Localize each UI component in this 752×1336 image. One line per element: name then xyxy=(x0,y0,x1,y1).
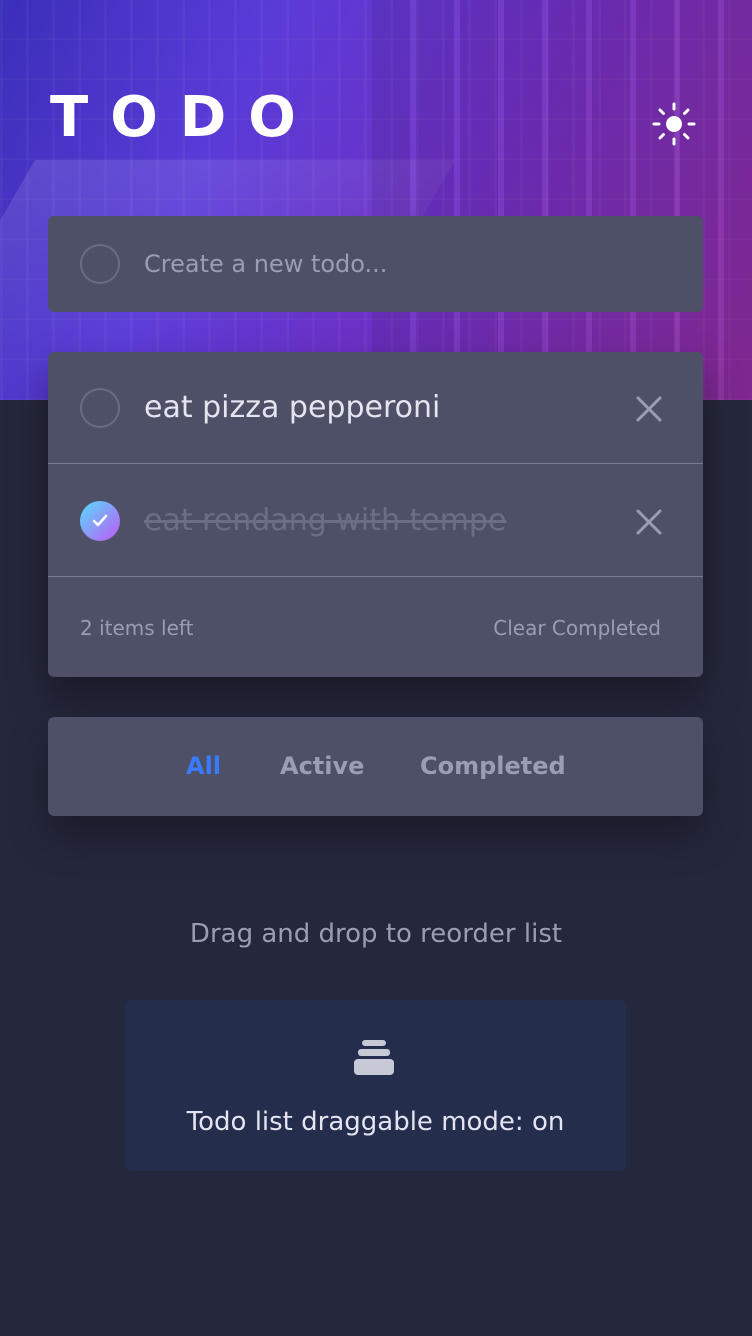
items-left-count: 2 items left xyxy=(80,616,194,640)
background-pillars xyxy=(372,0,752,400)
todo-item[interactable]: eat rendang with tempe xyxy=(48,465,703,577)
todo-item[interactable]: eat pizza pepperoni xyxy=(48,352,703,464)
filter-bar: All Active Completed xyxy=(48,717,703,816)
todo-list: eat pizza pepperoni eat rendang with tem… xyxy=(48,352,703,677)
new-todo-field[interactable]: Create a new todo... xyxy=(48,216,703,312)
reorder-hint: Drag and drop to reorder list xyxy=(189,919,563,949)
todo-checkbox-checked[interactable] xyxy=(80,501,120,541)
header-background xyxy=(0,0,752,400)
filter-all[interactable]: All xyxy=(186,749,221,783)
new-todo-circle[interactable] xyxy=(80,244,120,284)
clear-completed-button[interactable]: Clear Completed xyxy=(493,614,661,642)
filter-completed[interactable]: Completed xyxy=(420,749,566,783)
new-todo-input[interactable]: Create a new todo... xyxy=(144,246,387,282)
filter-active[interactable]: Active xyxy=(280,749,364,783)
drag-mode-label: Todo list draggable mode: on xyxy=(186,1107,565,1137)
theme-toggle-button[interactable] xyxy=(650,100,698,148)
todo-text: eat rendang with tempe xyxy=(144,503,507,538)
check-icon xyxy=(92,514,108,527)
list-footer: 2 items left Clear Completed xyxy=(48,578,703,677)
close-icon[interactable] xyxy=(634,507,664,537)
stack-icon xyxy=(354,1040,394,1075)
todo-text: eat pizza pepperoni xyxy=(144,390,441,425)
app-title: TODO xyxy=(50,85,318,150)
sun-icon xyxy=(652,102,696,146)
close-icon[interactable] xyxy=(634,394,664,424)
todo-checkbox[interactable] xyxy=(80,388,120,428)
drag-mode-toggle[interactable]: Todo list draggable mode: on xyxy=(125,1000,626,1171)
